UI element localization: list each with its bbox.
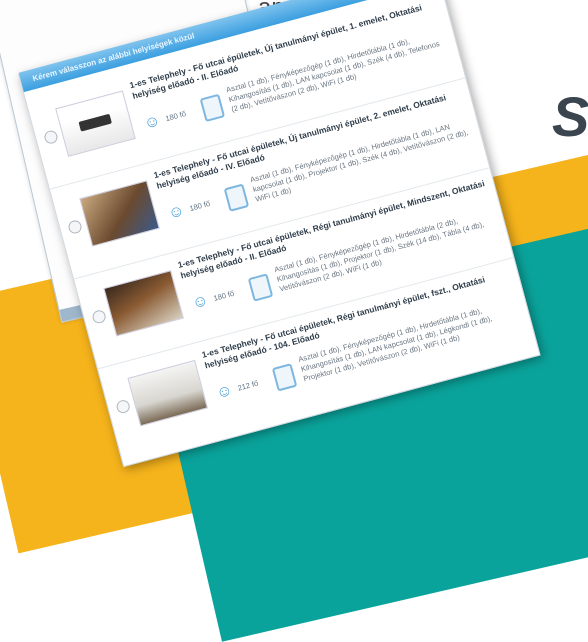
clipboard-icon [223,183,250,212]
room-thumbnail [103,270,184,337]
room-capacity: 180 fő [212,288,236,303]
people-icon: ☺ [190,291,211,313]
room-radio-button[interactable] [91,308,108,325]
room-thumbnail [79,180,160,247]
room-thumbnail [127,359,208,427]
room-radio-button[interactable] [115,398,132,415]
room-capacity: 180 fő [164,109,187,124]
clipboard-icon [271,363,298,392]
people-icon: ☺ [142,112,163,133]
people-icon: ☺ [166,201,187,223]
room-capacity: 212 fő [236,378,260,393]
background-partial-letter: S [552,85,588,148]
room-thumbnail [55,90,136,157]
clipboard-icon [247,273,274,302]
room-capacity: 180 fő [188,198,212,213]
people-icon: ☺ [214,381,235,403]
room-radio-button[interactable] [42,129,59,146]
clipboard-icon [199,93,226,123]
room-radio-button[interactable] [67,218,83,235]
